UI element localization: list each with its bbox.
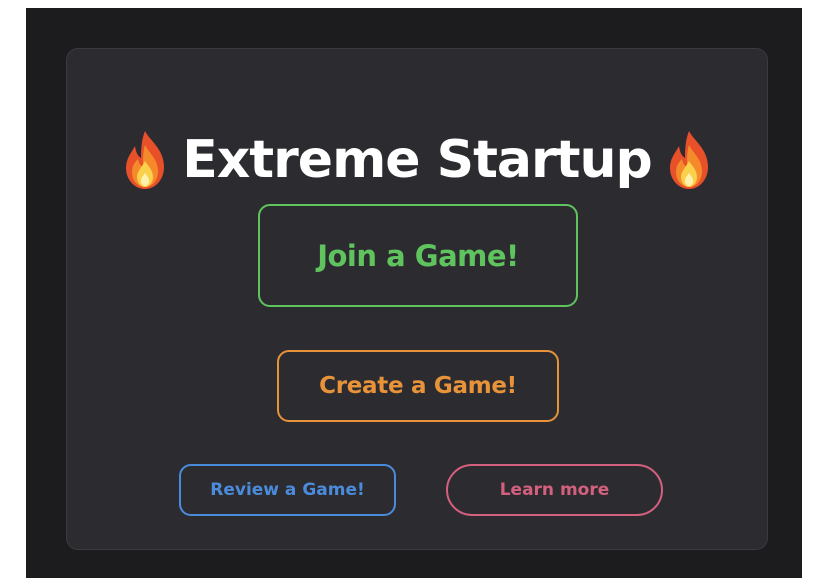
page-title: Extreme Startup [182,130,653,190]
create-game-button[interactable]: Create a Game! [277,350,559,422]
fire-icon [669,131,708,189]
review-game-button[interactable]: Review a Game! [179,464,396,516]
start-card: Extreme Startup Join a Game! Create a Ga… [66,48,768,550]
join-game-button[interactable]: Join a Game! [258,204,578,307]
title-row: Extreme Startup [67,125,767,195]
app-background: Extreme Startup Join a Game! Create a Ga… [26,8,802,578]
learn-more-button[interactable]: Learn more [446,464,663,516]
fire-icon [126,131,165,189]
